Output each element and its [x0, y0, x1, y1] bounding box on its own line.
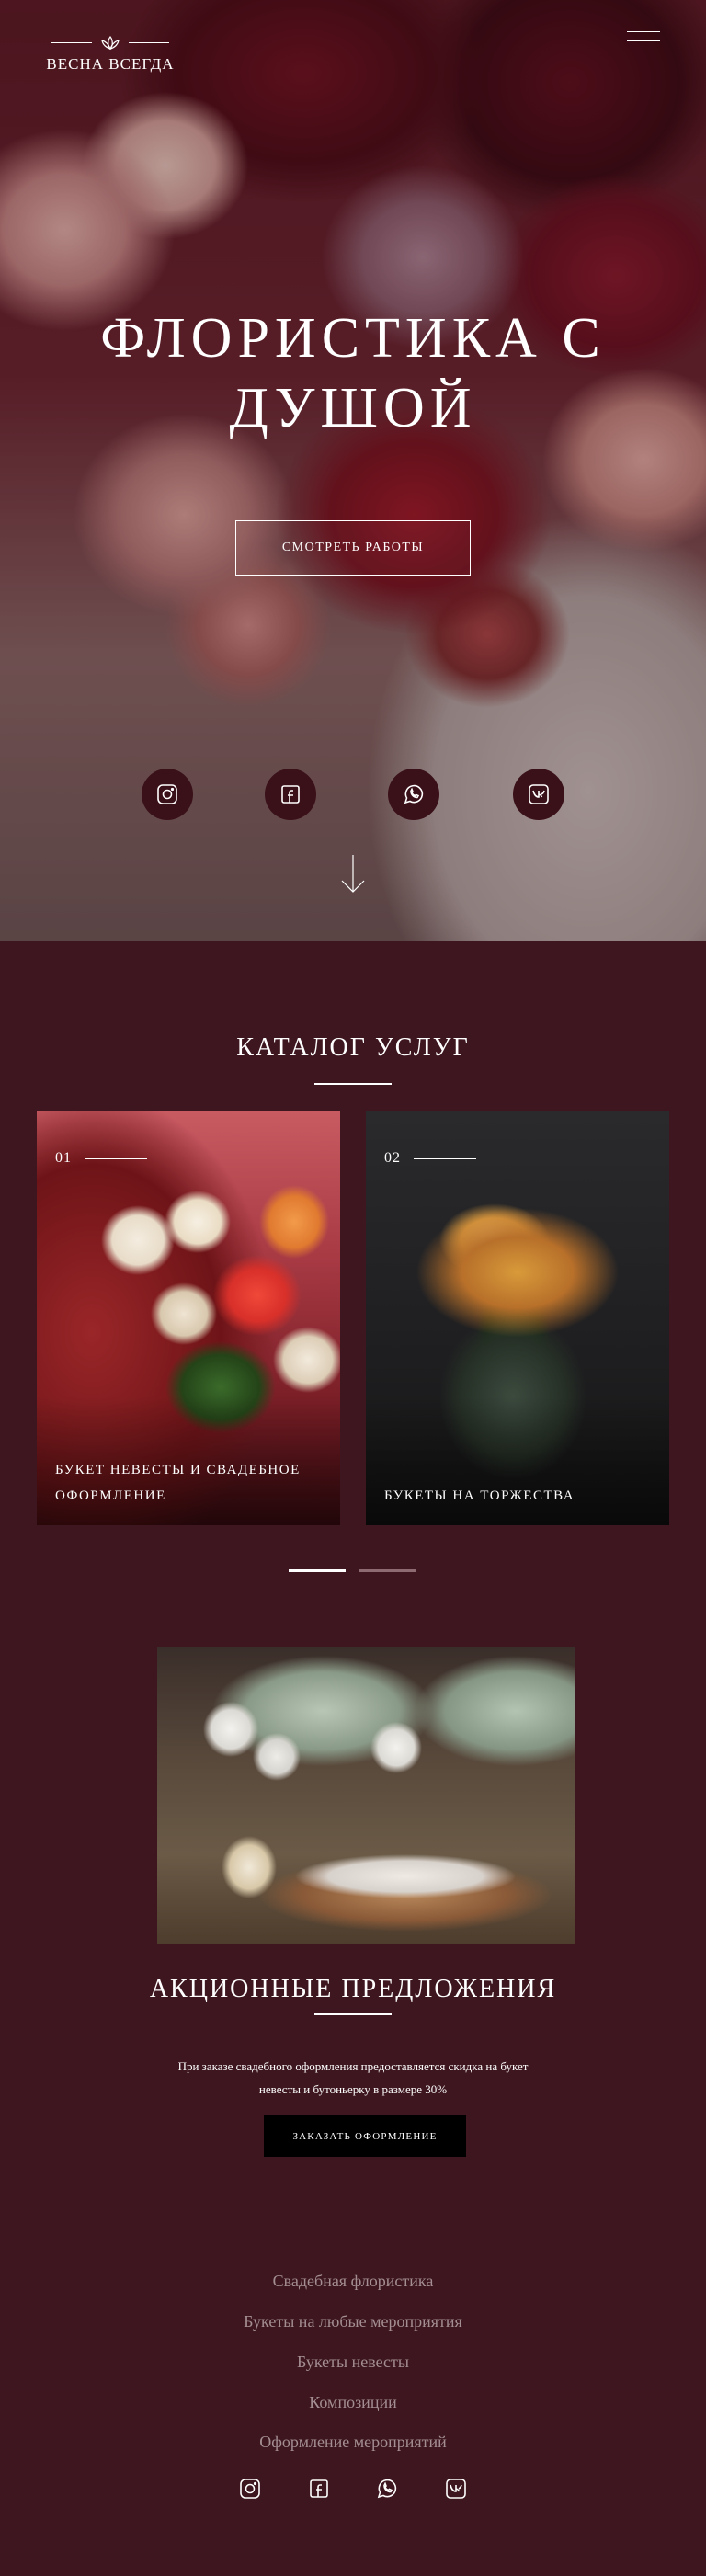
view-works-button[interactable]: СМОТРЕТЬ РАБОТЫ [235, 520, 471, 576]
catalog-section: КАТАЛОГ УСЛУГ 01 БУКЕТ НЕВЕСТЫ И СВАДЕБН… [0, 941, 706, 1572]
card-label: БУКЕТЫ НА ТОРЖЕСТВА [384, 1488, 575, 1503]
logo[interactable]: ВЕСНА ВСЕГДА [46, 33, 175, 74]
vk-link[interactable] [513, 769, 564, 820]
instagram-icon [157, 784, 177, 804]
footer-link-wedding[interactable]: Свадебная флористика [0, 2272, 706, 2291]
card-label: БУКЕТ НЕВЕСТЫ И СВАДЕБНОЕ ОФОРМЛЕНИЕ [55, 1463, 301, 1503]
hero-title: ФЛОРИСТИКА С ДУШОЙ [0, 303, 706, 443]
hero-section: ВЕСНА ВСЕГДА ФЛОРИСТИКА С ДУШОЙ СМОТРЕТЬ… [0, 0, 706, 941]
facebook-link[interactable] [265, 769, 316, 820]
card-number: 02 [384, 1150, 476, 1167]
footer-facebook-link[interactable] [306, 2476, 332, 2502]
catalog-title: КАТАЛОГ УСЛУГ [236, 1033, 470, 1062]
card-number-text: 01 [55, 1150, 72, 1166]
menu-burger-icon[interactable] [627, 31, 660, 48]
footer-vk-link[interactable] [443, 2476, 469, 2502]
whatsapp-icon [404, 784, 424, 804]
catalog-card-celebrations[interactable]: 02 БУКЕТЫ НА ТОРЖЕСТВА [366, 1111, 669, 1525]
promo-text: При заказе свадебного оформления предост… [177, 2059, 529, 2096]
footer-whatsapp-link[interactable] [374, 2476, 400, 2502]
footer-social-links [0, 2476, 706, 2503]
hero-social-links [0, 769, 706, 820]
footer-instagram-link[interactable] [237, 2476, 263, 2502]
whatsapp-link[interactable] [388, 769, 439, 820]
whatsapp-icon [377, 2479, 397, 2499]
facebook-icon [310, 2479, 328, 2498]
card-number: 01 [55, 1150, 147, 1167]
hero-title-line-1: ФЛОРИСТИКА С [100, 307, 606, 370]
promo-title: АКЦИОННЫЕ ПРЕДЛОЖЕНИЯ [149, 1975, 557, 2003]
footer: Свадебная флористика Букеты на любые мер… [0, 2235, 706, 2576]
catalog-slider: 01 БУКЕТ НЕВЕСТЫ И СВАДЕБНОЕ ОФОРМЛЕНИЕ … [37, 1111, 669, 1525]
order-decoration-button[interactable]: ЗАКАЗАТЬ ОФОРМЛЕНИЕ [264, 2115, 466, 2157]
footer-link-bridal-bouquets[interactable]: Букеты невесты [0, 2353, 706, 2372]
hero-title-line-2: ДУШОЙ [229, 377, 477, 439]
catalog-card-wedding[interactable]: 01 БУКЕТ НЕВЕСТЫ И СВАДЕБНОЕ ОФОРМЛЕНИЕ [37, 1111, 340, 1525]
instagram-link[interactable] [142, 769, 193, 820]
title-underline [314, 1083, 392, 1085]
title-underline [314, 2013, 392, 2015]
vk-icon [446, 2479, 466, 2499]
footer-link-bouquets-events[interactable]: Букеты на любые мероприятия [0, 2312, 706, 2331]
logo-mark [46, 33, 175, 51]
promo-section: АКЦИОННЫЕ ПРЕДЛОЖЕНИЯ При заказе свадебн… [0, 1567, 706, 2235]
logo-text: ВЕСНА ВСЕГДА [46, 55, 175, 73]
footer-link-event-decor[interactable]: Оформление мероприятий [0, 2433, 706, 2452]
instagram-icon [240, 2479, 260, 2499]
footer-link-compositions[interactable]: Композиции [0, 2393, 706, 2412]
facebook-icon [281, 785, 300, 804]
promo-image [157, 1647, 575, 1944]
lotus-icon [101, 35, 120, 50]
vk-icon [529, 784, 549, 804]
arrow-down-icon[interactable] [336, 853, 370, 895]
card-number-text: 02 [384, 1150, 401, 1166]
